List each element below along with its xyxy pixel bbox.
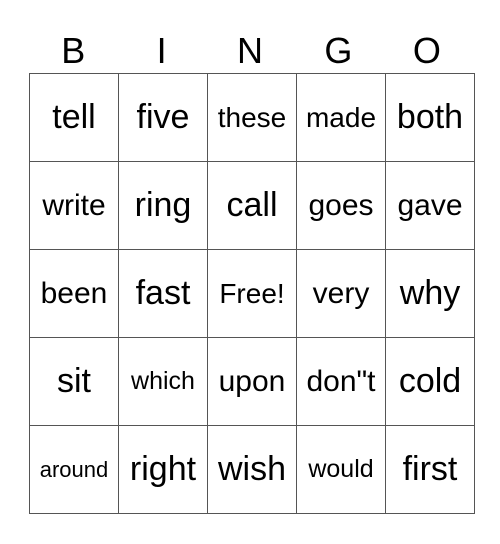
bingo-cell[interactable]: cold xyxy=(385,337,475,426)
bingo-cell[interactable]: both xyxy=(385,73,475,162)
bingo-row: sit which upon don"t cold xyxy=(29,337,475,426)
bingo-cell[interactable]: wish xyxy=(207,425,297,514)
bingo-cell[interactable]: around xyxy=(29,425,119,514)
bingo-cell[interactable]: right xyxy=(118,425,208,514)
bingo-row: around right wish would first xyxy=(29,425,475,514)
bingo-cell[interactable]: very xyxy=(296,249,386,338)
bingo-row: write ring call goes gave xyxy=(29,161,475,250)
header-letter-n: N xyxy=(237,30,264,71)
bingo-cell[interactable]: these xyxy=(207,73,297,162)
free-space-cell[interactable]: Free! xyxy=(207,249,297,338)
bingo-row: been fast Free! very why xyxy=(29,249,475,338)
bingo-cell[interactable]: made xyxy=(296,73,386,162)
bingo-card-grid: tell five these made both write ring cal… xyxy=(29,73,475,514)
bingo-cell[interactable]: first xyxy=(385,425,475,514)
bingo-cell[interactable]: five xyxy=(118,73,208,162)
header-letter-b: B xyxy=(61,30,86,71)
bingo-cell[interactable]: ring xyxy=(118,161,208,250)
bingo-cell[interactable]: call xyxy=(207,161,297,250)
header-letter-i: I xyxy=(156,30,167,71)
bingo-cell[interactable]: which xyxy=(118,337,208,426)
bingo-cell[interactable]: fast xyxy=(118,249,208,338)
header-letter-o: O xyxy=(412,30,441,71)
bingo-cell[interactable]: tell xyxy=(29,73,119,162)
bingo-cell[interactable]: sit xyxy=(29,337,119,426)
bingo-cell[interactable]: write xyxy=(29,161,119,250)
bingo-cell[interactable]: been xyxy=(29,249,119,338)
bingo-cell[interactable]: would xyxy=(296,425,386,514)
header-letter-g: G xyxy=(324,30,353,71)
bingo-cell[interactable]: don"t xyxy=(296,337,386,426)
bingo-cell[interactable]: upon xyxy=(207,337,297,426)
bingo-header: B I N G O xyxy=(29,30,471,72)
bingo-cell[interactable]: gave xyxy=(385,161,475,250)
bingo-cell[interactable]: goes xyxy=(296,161,386,250)
bingo-row: tell five these made both xyxy=(29,73,475,162)
bingo-cell[interactable]: why xyxy=(385,249,475,338)
